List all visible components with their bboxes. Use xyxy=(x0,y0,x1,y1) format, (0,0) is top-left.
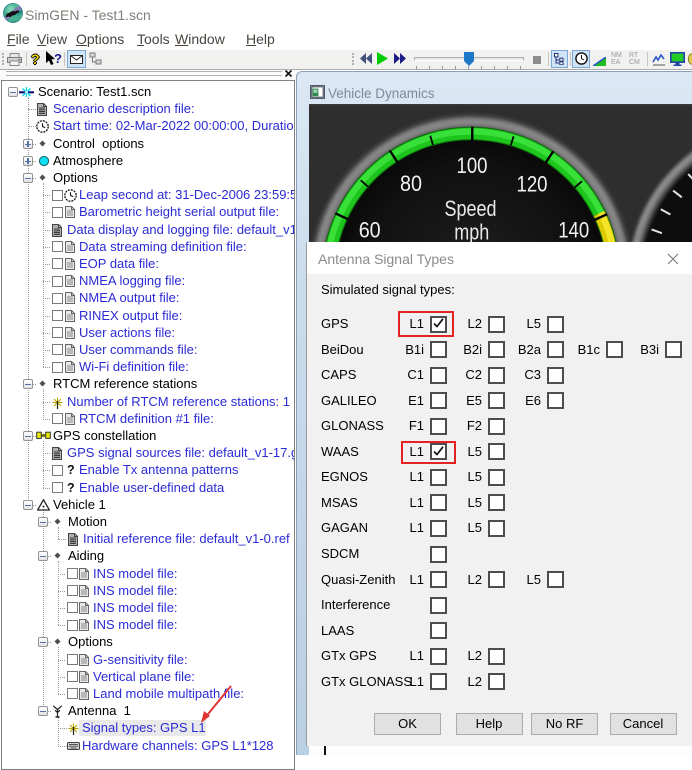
svg-text:100: 100 xyxy=(457,153,488,178)
svg-text:60: 60 xyxy=(359,217,381,242)
svg-text:Speed: Speed xyxy=(445,196,497,221)
svg-text:80: 80 xyxy=(400,171,422,196)
svg-text:mph: mph xyxy=(454,219,489,244)
svg-text:120: 120 xyxy=(517,172,548,197)
svg-text:140: 140 xyxy=(558,217,589,242)
